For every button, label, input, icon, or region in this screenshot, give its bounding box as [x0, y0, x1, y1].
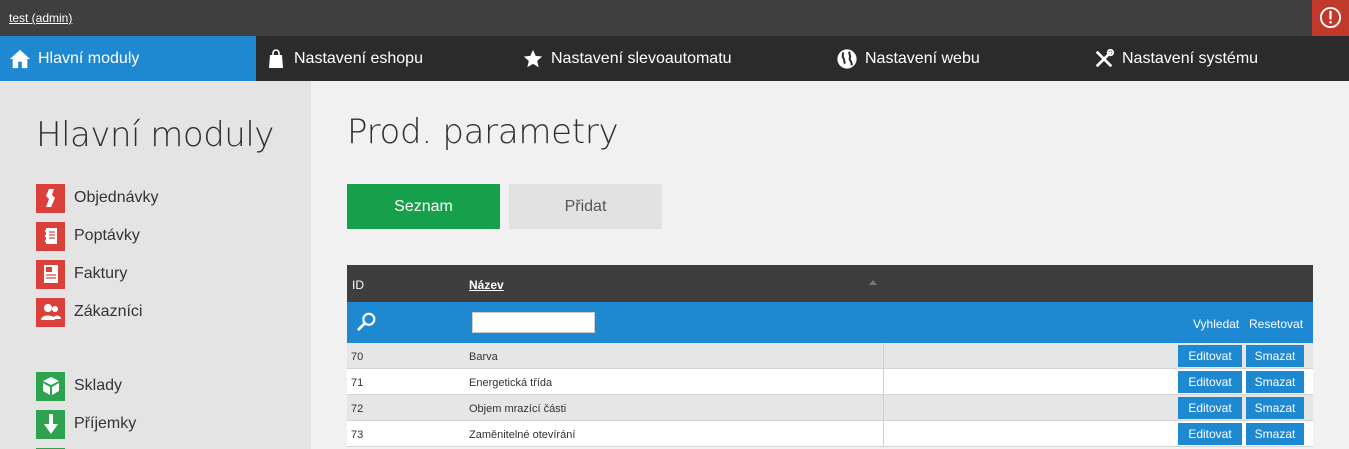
- nav-label: Nastavení webu: [865, 49, 980, 67]
- filter-row: Vyhledat Resetovat: [347, 302, 1313, 343]
- edit-button[interactable]: Editovat: [1178, 371, 1242, 393]
- sidebar-item-label: Faktury: [74, 265, 128, 282]
- sort-arrow-icon[interactable]: [869, 280, 877, 285]
- delete-button[interactable]: Smazat: [1246, 345, 1304, 367]
- sidebar-item-label: Sklady: [74, 377, 123, 394]
- tab-add-button[interactable]: Přidat: [509, 184, 662, 229]
- cell-divider: [883, 421, 884, 447]
- reset-button[interactable]: Resetovat: [1249, 317, 1303, 331]
- arrow-down-icon: [36, 409, 65, 439]
- cell-name: Objem mrazící části: [469, 403, 567, 415]
- parameters-table: ID Název Vyhledat Resetovat 70 Barva Edi…: [347, 265, 1313, 447]
- cell-id: 72: [351, 403, 364, 415]
- table-header: ID Název: [347, 265, 1313, 302]
- nav-item-main-modules[interactable]: Hlavní moduly: [0, 36, 256, 81]
- sidebar-item-invoices[interactable]: Faktury: [36, 259, 127, 289]
- warehouse-icon: [36, 371, 65, 401]
- nav-item-eshop-settings[interactable]: Nastavení eshopu: [264, 36, 423, 81]
- notebook-icon: [36, 221, 65, 251]
- nav-item-system-settings[interactable]: Nastavení systému: [1092, 36, 1258, 81]
- nav-item-discount-settings[interactable]: Nastavení slevoautomatu: [521, 36, 732, 81]
- cell-id: 70: [351, 351, 364, 363]
- sidebar-item-label: Zákazníci: [74, 303, 143, 320]
- delete-button[interactable]: Smazat: [1246, 371, 1304, 393]
- sidebar-item-receipts[interactable]: Příjemky: [36, 409, 136, 439]
- search-button[interactable]: Vyhledat: [1193, 317, 1239, 331]
- name-filter-input[interactable]: [472, 312, 595, 333]
- page-title: Prod. parametry: [347, 112, 619, 152]
- cell-divider: [883, 369, 884, 395]
- delete-button[interactable]: Smazat: [1246, 397, 1304, 419]
- cell-name: Barva: [469, 351, 498, 363]
- table-row: 73 Zaměnitelné otevírání Editovat Smazat: [347, 421, 1313, 447]
- delete-button[interactable]: Smazat: [1246, 423, 1304, 445]
- nav-label: Nastavení systému: [1122, 49, 1259, 67]
- sidebar-item-customers[interactable]: Zákazníci: [36, 297, 142, 327]
- cell-id: 71: [351, 377, 364, 389]
- column-header-id[interactable]: ID: [352, 278, 364, 292]
- nav-label: Nastavení eshopu: [294, 49, 423, 67]
- orders-icon: [36, 183, 65, 213]
- star-icon: [521, 47, 545, 71]
- edit-button[interactable]: Editovat: [1178, 345, 1242, 367]
- cell-id: 73: [351, 429, 364, 441]
- sidebar-title: Hlavní moduly: [36, 115, 274, 155]
- sidebar-item-label: Příjemky: [74, 415, 137, 432]
- table-row: 70 Barva Editovat Smazat: [347, 343, 1313, 369]
- tab-list-button[interactable]: Seznam: [347, 184, 500, 229]
- nav-item-web-settings[interactable]: Nastavení webu: [835, 36, 980, 81]
- cell-name: Energetická třída: [469, 377, 553, 389]
- cell-divider: [883, 395, 884, 421]
- home-icon: [8, 47, 32, 71]
- main-nav: Hlavní moduly Nastavení eshopu Nastavení…: [0, 36, 1349, 81]
- nav-label: Hlavní moduly: [38, 49, 140, 67]
- sidebar-item-label: Poptávky: [74, 227, 140, 244]
- search-icon: [356, 311, 378, 338]
- table-row: 71 Energetická třída Editovat Smazat: [347, 369, 1313, 395]
- edit-button[interactable]: Editovat: [1178, 423, 1242, 445]
- column-header-name[interactable]: Název: [469, 278, 504, 292]
- top-bar: test (admin): [0, 0, 1349, 36]
- sidebar-item-warehouses[interactable]: Sklady: [36, 371, 122, 401]
- invoice-icon: [36, 259, 65, 289]
- cell-name: Zaměnitelné otevírání: [469, 429, 576, 441]
- users-icon: [36, 297, 65, 327]
- logout-button[interactable]: [1312, 0, 1349, 36]
- globe-icon: [835, 47, 859, 71]
- edit-button[interactable]: Editovat: [1178, 397, 1242, 419]
- sidebar-item-orders[interactable]: Objednávky: [36, 183, 159, 213]
- nav-label: Nastavení slevoautomatu: [551, 49, 732, 67]
- sidebar-item-inquiries[interactable]: Poptávky: [36, 221, 140, 251]
- tools-icon: [1092, 47, 1116, 71]
- sidebar: Hlavní moduly Objednávky Poptávky Faktur…: [0, 81, 311, 449]
- shopping-bag-icon: [264, 47, 288, 71]
- cell-divider: [883, 343, 884, 369]
- sidebar-item-label: Objednávky: [74, 189, 159, 206]
- user-link[interactable]: test (admin): [9, 11, 72, 25]
- table-row: 72 Objem mrazící části Editovat Smazat: [347, 395, 1313, 421]
